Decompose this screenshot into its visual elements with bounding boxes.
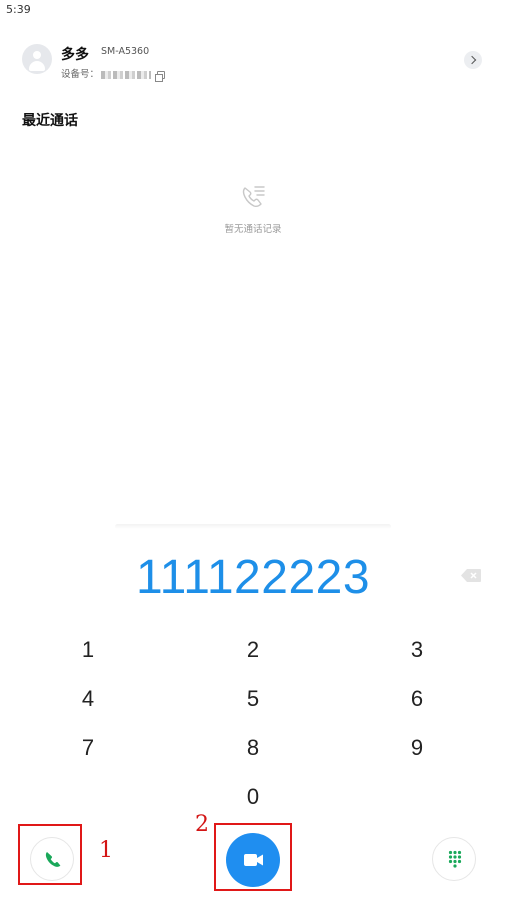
chevron-right-icon[interactable] bbox=[464, 51, 482, 69]
device-name: 多多 bbox=[61, 47, 89, 63]
dial-key-4[interactable]: 4 bbox=[58, 679, 118, 719]
dial-key-5[interactable]: 5 bbox=[223, 679, 283, 719]
dialpad-icon bbox=[448, 850, 462, 868]
dial-key-9[interactable]: 9 bbox=[387, 728, 447, 768]
copy-icon[interactable] bbox=[155, 70, 166, 82]
recent-calls-title: 最近通话 bbox=[22, 113, 78, 129]
empty-state-text: 暂无通话记录 bbox=[224, 224, 282, 235]
device-model: SM-A5360 bbox=[101, 46, 150, 57]
dialpad-toggle-button[interactable] bbox=[432, 837, 476, 881]
backspace-icon[interactable] bbox=[461, 569, 481, 582]
avatar bbox=[22, 44, 52, 74]
dial-key-7[interactable]: 7 bbox=[58, 728, 118, 768]
device-id-label: 设备号： bbox=[61, 69, 100, 80]
dialpad-divider bbox=[115, 524, 391, 529]
masked-device-id bbox=[101, 70, 152, 79]
dial-key-8[interactable]: 8 bbox=[223, 728, 283, 768]
empty-state: 暂无通话记录 bbox=[203, 183, 303, 235]
dial-key-2[interactable]: 2 bbox=[223, 630, 283, 670]
dial-key-6[interactable]: 6 bbox=[387, 679, 447, 719]
dial-key-0[interactable]: 0 bbox=[223, 777, 283, 817]
highlight-box-2 bbox=[214, 823, 292, 891]
highlight-label-2: 2 bbox=[195, 812, 209, 837]
dial-key-1[interactable]: 1 bbox=[58, 630, 118, 670]
call-log-icon bbox=[242, 186, 265, 208]
device-card[interactable]: 多多 SM-A5360 设备号： bbox=[22, 44, 484, 82]
dialed-number: 111122223 bbox=[135, 551, 371, 604]
highlight-label-1: 1 bbox=[99, 838, 113, 863]
highlight-box-1 bbox=[18, 824, 82, 885]
status-bar-time: 5:39 bbox=[6, 3, 31, 16]
device-id-row: 设备号： bbox=[61, 66, 166, 82]
dial-key-3[interactable]: 3 bbox=[387, 630, 447, 670]
